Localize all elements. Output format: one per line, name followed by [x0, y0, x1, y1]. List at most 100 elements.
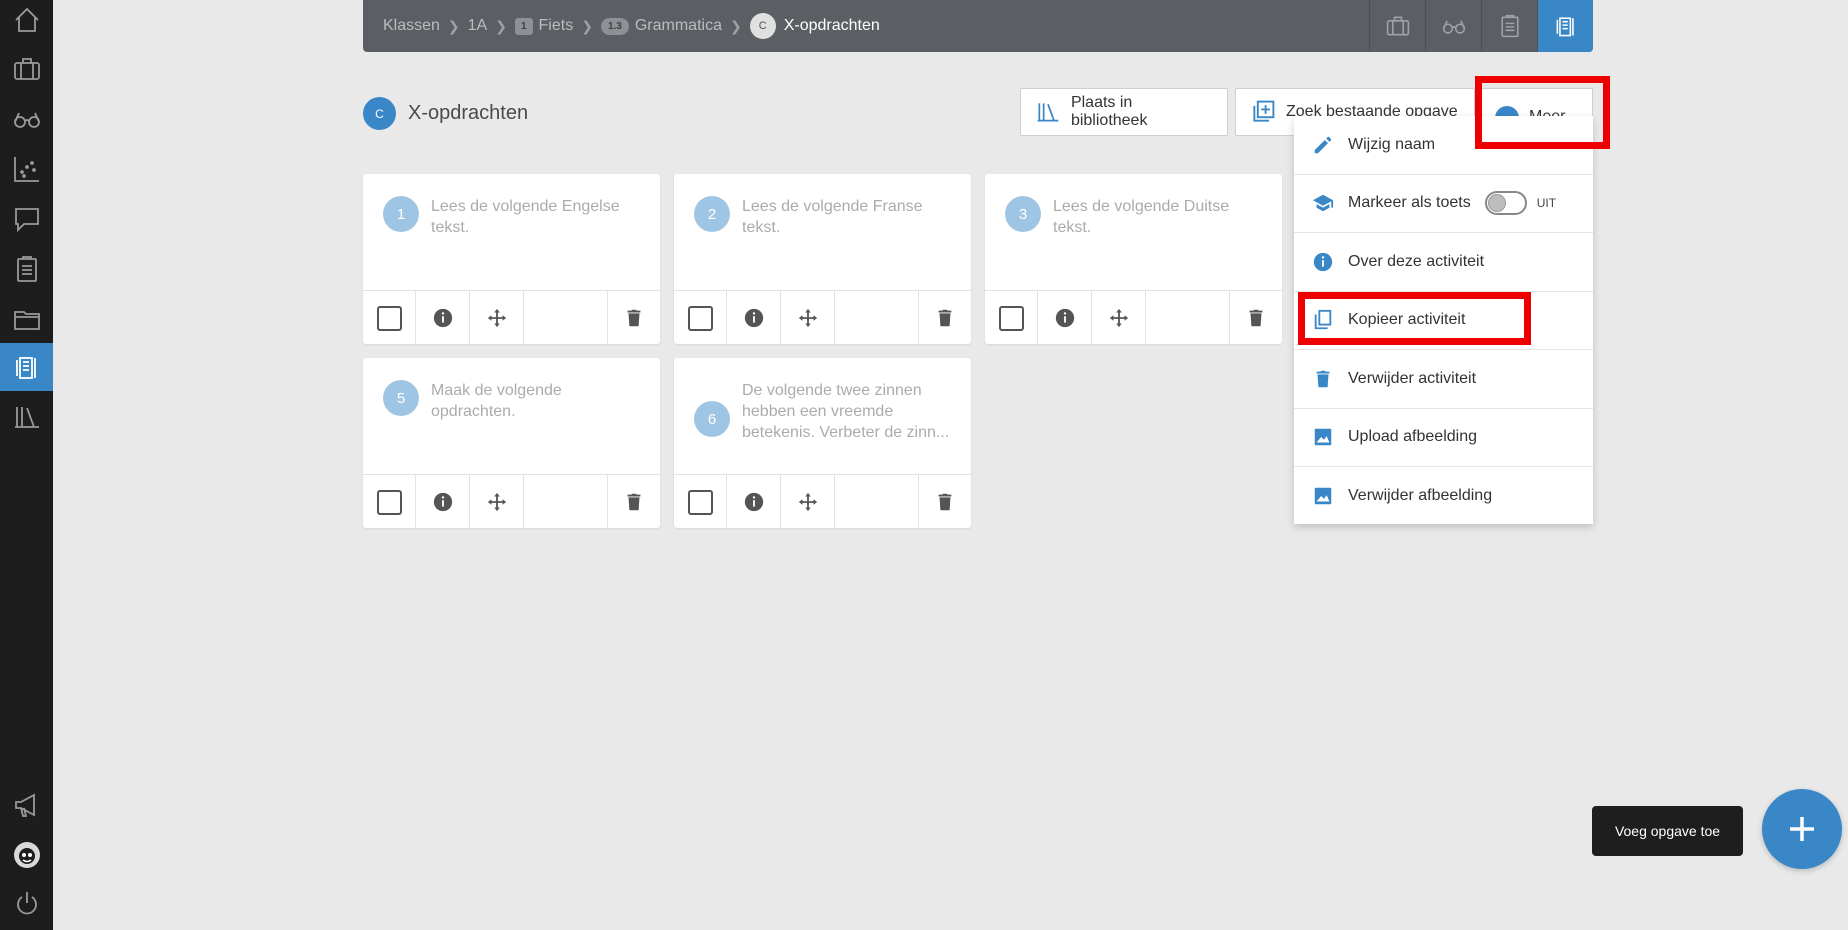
exercise-number: 5	[383, 380, 419, 416]
page-heading: C X-opdrachten	[363, 97, 528, 130]
breadcrumb-item-klassen[interactable]: Klassen	[383, 17, 440, 35]
exercise-card[interactable]: 5 Maak de volgende opdrachten.	[363, 358, 660, 529]
menu-item-label: Over deze activiteit	[1348, 252, 1485, 270]
sidebar-profile[interactable]	[0, 831, 53, 879]
sidebar-library[interactable]	[0, 393, 53, 441]
move-button[interactable]	[470, 475, 524, 529]
trash-icon	[1316, 370, 1330, 387]
select-checkbox[interactable]	[376, 305, 402, 331]
image-icon	[1314, 429, 1332, 446]
top-exercise-button[interactable]	[1537, 0, 1593, 52]
pencil-icon	[1314, 136, 1332, 153]
sidebar-classes[interactable]	[0, 45, 53, 93]
home-icon	[14, 7, 39, 32]
menu-item-delete-image[interactable]: Verwijder afbeelding	[1294, 467, 1593, 526]
delete-button[interactable]	[1230, 291, 1282, 345]
info-icon	[1313, 252, 1333, 271]
sidebar-exercises[interactable]	[0, 343, 53, 391]
info-button[interactable]	[727, 475, 781, 529]
place-in-library-button[interactable]: Plaats in bibliotheek	[1020, 88, 1228, 136]
select-checkbox[interactable]	[376, 489, 402, 515]
move-icon	[798, 492, 817, 512]
top-glasses-button[interactable]	[1425, 0, 1481, 52]
sidebar-statistics[interactable]	[0, 145, 53, 193]
chevron-right-icon: ❯	[729, 17, 742, 34]
move-button[interactable]	[781, 475, 835, 529]
select-cell	[363, 475, 416, 529]
info-button[interactable]	[727, 291, 781, 345]
highlight-copy-activity	[1298, 292, 1531, 345]
menu-item-label: Wijzig naam	[1348, 135, 1436, 153]
info-button[interactable]	[1038, 291, 1092, 345]
menu-item-label: Upload afbeelding	[1348, 428, 1477, 446]
exercise-card[interactable]: 1 Lees de volgende Engelse tekst.	[363, 174, 660, 345]
select-checkbox[interactable]	[998, 305, 1024, 331]
megaphone-icon	[14, 793, 35, 817]
add-exercise-button[interactable]	[1762, 789, 1842, 869]
exercise-card[interactable]: 2 Lees de volgende Franse tekst.	[674, 174, 971, 345]
briefcase-icon	[13, 58, 40, 80]
menu-item-about[interactable]: Over deze activiteit	[1294, 233, 1593, 292]
breadcrumb-item-chapter[interactable]: Fiets	[539, 17, 574, 35]
exercise-text: Lees de volgende Franse tekst.	[742, 198, 923, 236]
info-icon	[1055, 308, 1074, 328]
sidebar-logout[interactable]	[0, 880, 53, 928]
exercise-number: 3	[1005, 196, 1041, 232]
clipboard-icon	[16, 256, 37, 282]
sidebar-messages[interactable]	[0, 195, 53, 243]
graduation-cap-icon	[1312, 195, 1334, 212]
sidebar-files[interactable]	[0, 295, 53, 343]
info-button[interactable]	[416, 475, 470, 529]
info-button[interactable]	[416, 291, 470, 345]
breadcrumb-item-section[interactable]: Grammatica	[635, 17, 722, 35]
test-toggle[interactable]: UIT	[1484, 191, 1556, 216]
select-cell	[363, 291, 416, 345]
exercise-card[interactable]: 3 Lees de volgende Duitse tekst.	[985, 174, 1282, 345]
top-toolbar	[1369, 0, 1593, 52]
sidebar-home[interactable]	[0, 0, 53, 44]
move-icon	[798, 308, 817, 328]
menu-item-label: Verwijder afbeelding	[1348, 487, 1493, 505]
folder-icon	[13, 311, 40, 330]
delete-button[interactable]	[608, 291, 660, 345]
select-cell	[985, 291, 1038, 345]
top-clipboard-button[interactable]	[1481, 0, 1537, 52]
briefcase-icon	[1386, 16, 1409, 36]
select-cell	[674, 475, 727, 529]
top-bar: Klassen ❯ 1A ❯ 1 Fiets ❯ 1.3 Grammatica …	[363, 0, 1593, 52]
breadcrumb: Klassen ❯ 1A ❯ 1 Fiets ❯ 1.3 Grammatica …	[363, 0, 880, 52]
info-icon	[744, 308, 763, 328]
menu-item-delete-activity[interactable]: Verwijder activiteit	[1294, 350, 1593, 409]
select-checkbox[interactable]	[687, 489, 713, 515]
chevron-right-icon: ❯	[581, 17, 593, 34]
sidebar-announcements[interactable]	[0, 781, 53, 829]
sidebar-glasses[interactable]	[0, 95, 53, 143]
move-button[interactable]	[781, 291, 835, 345]
delete-button[interactable]	[608, 475, 660, 529]
sidebar-tasks[interactable]	[0, 245, 53, 293]
spacer	[524, 291, 608, 345]
move-button[interactable]	[470, 291, 524, 345]
breadcrumb-badge: C	[749, 13, 776, 39]
page-title: X-opdrachten	[408, 102, 529, 124]
menu-item-upload-image[interactable]: Upload afbeelding	[1294, 409, 1593, 467]
top-briefcase-button[interactable]	[1369, 0, 1425, 52]
menu-item-label: Verwijder activiteit	[1348, 369, 1477, 387]
card-toolbar	[985, 290, 1282, 345]
card-toolbar	[363, 290, 660, 345]
library-icon	[1037, 103, 1059, 122]
avatar-icon	[13, 842, 40, 868]
delete-button[interactable]	[919, 475, 971, 529]
card-toolbar	[363, 474, 660, 529]
select-checkbox[interactable]	[687, 305, 713, 331]
delete-button[interactable]	[919, 291, 971, 345]
toggle-knob	[1487, 194, 1506, 213]
move-button[interactable]	[1092, 291, 1146, 345]
menu-item-mark-as-test[interactable]: Markeer als toets UIT	[1294, 175, 1593, 233]
exercise-text: De volgende twee zinnen hebben een vreem…	[742, 382, 950, 441]
exercise-card[interactable]: 6 De volgende twee zinnen hebben een vre…	[674, 358, 971, 529]
exercise-text: Lees de volgende Duitse tekst.	[1053, 198, 1230, 236]
trash-icon	[938, 493, 952, 511]
breadcrumb-item-class[interactable]: 1A	[468, 17, 488, 35]
menu-item-label: Markeer als toets	[1348, 194, 1471, 212]
